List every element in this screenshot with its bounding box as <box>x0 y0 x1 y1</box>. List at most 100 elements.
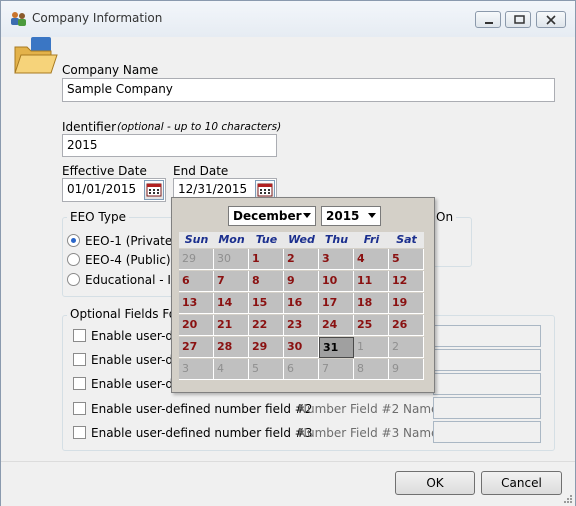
calendar-day[interactable]: 6 <box>179 271 214 292</box>
calendar-day[interactable]: 11 <box>354 271 389 292</box>
calendar-day[interactable]: 21 <box>214 315 249 336</box>
calendar-day[interactable]: 4 <box>214 359 249 380</box>
calendar-day[interactable]: 3 <box>179 359 214 380</box>
maximize-button[interactable] <box>505 11 531 28</box>
company-name-field[interactable]: Sample Company <box>62 78 555 102</box>
calendar-day[interactable]: 15 <box>249 293 284 314</box>
checkbox-icon <box>73 377 86 390</box>
window-title: Company Information <box>32 11 163 25</box>
checkbox-icon <box>73 402 86 415</box>
weekday-header: Wed <box>284 232 319 248</box>
dialog-footer: OK Cancel <box>1 461 575 506</box>
radio-icon <box>67 253 80 266</box>
educational-radio[interactable]: Educational - IP <box>67 273 178 287</box>
partial-group-title: On <box>433 210 457 224</box>
calendar-day[interactable]: 29 <box>179 249 214 270</box>
calendar-icon <box>146 183 162 197</box>
calendar-day[interactable]: 9 <box>284 271 319 292</box>
optional-fields-title: Optional Fields Fo <box>67 307 180 321</box>
minimize-icon <box>485 22 493 24</box>
calendar-day[interactable]: 16 <box>284 293 319 314</box>
field-name-box-3 <box>433 373 541 395</box>
calendar-day[interactable]: 31 <box>319 337 354 358</box>
identifier-field[interactable]: 2015 <box>62 134 277 157</box>
calendar-day[interactable]: 10 <box>319 271 354 292</box>
radio-icon <box>67 273 80 286</box>
weekday-header: Mon <box>214 232 249 248</box>
calendar-day[interactable]: 7 <box>319 359 354 380</box>
restore-icon <box>514 15 525 24</box>
enable-field-checkbox-2[interactable]: Enable user-de <box>73 353 180 367</box>
eeo-1-private-radio[interactable]: EEO-1 (Private) <box>67 234 177 248</box>
calendar-day[interactable]: 25 <box>354 315 389 336</box>
resize-grip-icon[interactable] <box>562 493 573 504</box>
calendar-day[interactable]: 12 <box>389 271 424 292</box>
calendar-day[interactable]: 2 <box>284 249 319 270</box>
calendar-day[interactable]: 5 <box>249 359 284 380</box>
enable-number-field-3-checkbox[interactable]: Enable user-defined number field #3 <box>73 426 312 440</box>
number-field-2-name-box <box>433 397 541 419</box>
dropdown-arrow-icon <box>303 213 311 218</box>
calendar-day[interactable]: 28 <box>214 337 249 358</box>
number-field-3-name-box <box>433 421 541 443</box>
number-field-2-name-label: Number Field #2 Name <box>298 402 439 416</box>
calendar-day[interactable]: 26 <box>389 315 424 336</box>
calendar-day[interactable]: 19 <box>389 293 424 314</box>
effective-date-calendar-button[interactable] <box>144 180 164 200</box>
calendar-day[interactable]: 1 <box>354 337 389 358</box>
dropdown-arrow-icon <box>368 213 376 218</box>
enable-field-checkbox-1[interactable]: Enable user-de <box>73 329 180 343</box>
partial-group <box>429 217 472 267</box>
calendar-day[interactable]: 14 <box>214 293 249 314</box>
calendar-day[interactable]: 18 <box>354 293 389 314</box>
checkbox-icon <box>73 329 86 342</box>
close-button[interactable] <box>536 11 566 28</box>
end-date-label: End Date <box>173 164 229 178</box>
cancel-button[interactable]: Cancel <box>481 471 562 495</box>
people-icon <box>10 11 28 27</box>
calendar-day[interactable]: 1 <box>249 249 284 270</box>
calendar-day[interactable]: 22 <box>249 315 284 336</box>
radio-selected-icon <box>67 234 80 247</box>
eeo-type-title: EEO Type <box>67 210 129 224</box>
calendar-day[interactable]: 13 <box>179 293 214 314</box>
calendar-day[interactable]: 3 <box>319 249 354 270</box>
calendar-day[interactable]: 20 <box>179 315 214 336</box>
calendar-day[interactable]: 9 <box>389 359 424 380</box>
title-bar[interactable]: Company Information <box>1 1 575 37</box>
calendar-day[interactable]: 30 <box>284 337 319 358</box>
weekday-header: Tue <box>249 232 284 248</box>
checkbox-icon <box>73 353 86 366</box>
calendar-day[interactable]: 29 <box>249 337 284 358</box>
calendar-day[interactable]: 23 <box>284 315 319 336</box>
enable-field-checkbox-3[interactable]: Enable user-de <box>73 377 180 391</box>
calendar-day[interactable]: 2 <box>389 337 424 358</box>
calendar-day[interactable]: 30 <box>214 249 249 270</box>
close-icon <box>546 15 556 25</box>
calendar-day[interactable]: 24 <box>319 315 354 336</box>
field-name-box-2 <box>433 349 541 371</box>
eeo-4-public-radio[interactable]: EEO-4 (Public) <box>67 253 171 267</box>
month-select[interactable]: December <box>228 206 316 226</box>
calendar-day[interactable]: 8 <box>249 271 284 292</box>
identifier-hint: (optional - up to 10 characters) <box>117 121 282 133</box>
company-information-window: Company Information Company Name Sample … <box>0 0 576 506</box>
weekday-header: Thu <box>319 232 354 248</box>
ok-button[interactable]: OK <box>395 471 475 495</box>
calendar-day[interactable]: 7 <box>214 271 249 292</box>
calendar-day[interactable]: 5 <box>389 249 424 270</box>
weekday-header: Fri <box>354 232 389 248</box>
effective-date-label: Effective Date <box>62 164 147 178</box>
enable-number-field-2-checkbox[interactable]: Enable user-defined number field #2 <box>73 402 312 416</box>
open-folder-icon <box>13 37 59 80</box>
year-select[interactable]: 2015 <box>321 206 381 226</box>
calendar-day[interactable]: 8 <box>354 359 389 380</box>
weekday-header: Sat <box>389 232 424 248</box>
calendar-day[interactable]: 27 <box>179 337 214 358</box>
calendar-day[interactable]: 17 <box>319 293 354 314</box>
number-field-3-name-label: Number Field #3 Name <box>298 426 439 440</box>
calendar-day[interactable]: 6 <box>284 359 319 380</box>
calendar-day[interactable]: 4 <box>354 249 389 270</box>
minimize-button[interactable] <box>475 11 501 28</box>
company-name-label: Company Name <box>62 63 159 77</box>
